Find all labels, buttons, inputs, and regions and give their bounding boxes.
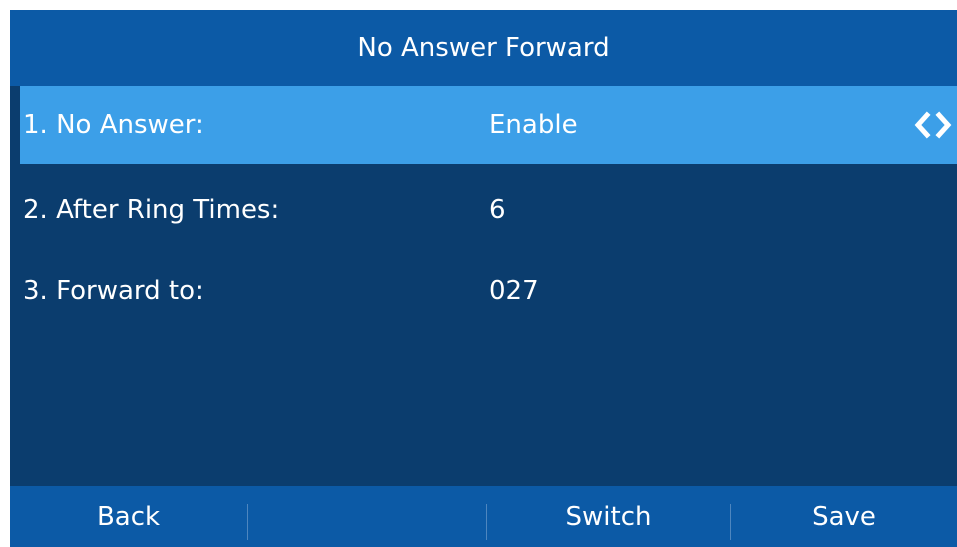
chevron-left-icon[interactable] [913,111,931,139]
page-title: No Answer Forward [357,33,610,63]
list-item-after-ring-times[interactable]: 2. After Ring Times: 6 [20,171,957,249]
save-button[interactable]: Save [731,486,957,547]
row-value: Enable [489,110,578,140]
back-button[interactable]: Back [10,486,247,547]
switch-button-label: Switch [565,501,652,532]
switch-button[interactable]: Switch [487,486,730,547]
row-label: 1. No Answer: [23,110,204,140]
list-item-no-answer[interactable]: 1. No Answer: Enable [20,86,957,164]
chevron-right-icon[interactable] [935,111,953,139]
row-label: 2. After Ring Times: [23,195,280,225]
save-button-label: Save [812,501,876,532]
title-bar: No Answer Forward [10,10,957,86]
back-button-label: Back [96,501,161,532]
row-value: 6 [489,195,506,225]
list-item-forward-to[interactable]: 3. Forward to: 027 [20,252,957,330]
row-label: 3. Forward to: [23,276,204,306]
softkey-bar: Back Switch Save [10,486,957,547]
phone-screen: No Answer Forward 1. No Answer: Enable 2… [10,10,957,547]
value-switch-arrows[interactable] [913,111,953,139]
row-value: 027 [489,276,539,306]
empty-softkey[interactable] [248,486,486,547]
